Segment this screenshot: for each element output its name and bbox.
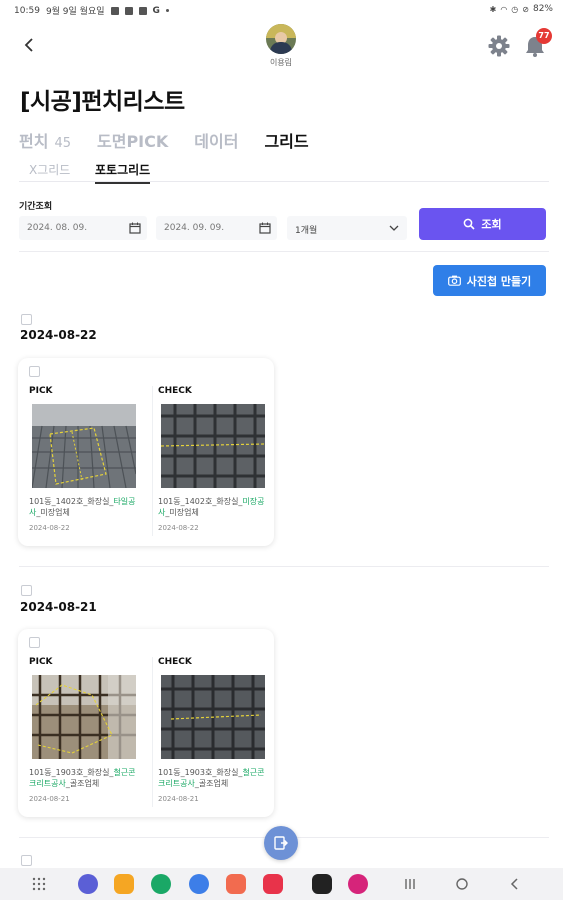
punch-count: 45 <box>54 136 71 151</box>
group-date: 2024-08-22 <box>20 328 97 342</box>
avatar[interactable] <box>266 24 296 54</box>
wifi-icon: ◠ <box>500 4 508 14</box>
message-notification-icon <box>124 6 133 15</box>
search-button[interactable]: 조회 <box>419 208 546 240</box>
status-bar: 10:59 9월 9일 월요일 G ✱ ◠ ◷ ⊘ 82% <box>0 0 563 20</box>
main-tabs: 펀치 45 도면PICK 데이터 그리드 <box>19 128 335 152</box>
check-photo[interactable] <box>161 675 265 759</box>
notification-badge: 77 <box>536 28 552 44</box>
end-date-field[interactable]: 2024. 09. 09. <box>156 216 277 240</box>
chevron-left-icon <box>24 38 33 52</box>
filter-divider <box>19 251 549 252</box>
news-app-icon[interactable] <box>312 874 332 894</box>
create-album-label: 사진첩 만들기 <box>466 274 532 288</box>
status-date: 9월 9일 월요일 <box>45 7 105 17</box>
pick-label: PICK <box>29 386 53 396</box>
pick-date: 2024-08-22 <box>29 524 70 532</box>
card-column-divider <box>152 657 153 807</box>
start-date-field[interactable]: 2024. 08. 09. <box>19 216 147 240</box>
document-notification-icon <box>138 6 147 15</box>
card-checkbox[interactable] <box>29 637 40 648</box>
end-date-value: 2024. 09. 09. <box>164 223 225 233</box>
pick-caption: 101동_1402호_화장실_타일공사_미장업체 <box>29 497 136 517</box>
check-caption: 101동_1402호_화장실_미장공사_미장업체 <box>158 497 265 517</box>
start-date-value: 2024. 08. 09. <box>27 223 88 233</box>
video-app-icon[interactable] <box>263 874 283 894</box>
user-name: 이용림 <box>269 58 293 67</box>
mute-icon: ⊘ <box>522 4 529 14</box>
app-drawer-icon[interactable] <box>30 875 48 893</box>
card-checkbox[interactable] <box>29 366 40 377</box>
system-navigation-bar <box>0 868 563 900</box>
recent-apps-icon[interactable] <box>401 875 419 893</box>
create-album-button[interactable]: 사진첩 만들기 <box>433 265 546 296</box>
card-column-divider <box>152 386 153 536</box>
pick-label: PICK <box>29 657 53 667</box>
google-notification-icon: G <box>152 5 160 16</box>
home-icon[interactable] <box>453 875 471 893</box>
calendar-icon[interactable] <box>259 222 271 234</box>
calendar-icon[interactable] <box>129 222 141 234</box>
range-value: 1개월 <box>295 226 318 236</box>
period-label: 기간조회 <box>19 202 53 212</box>
alarm-icon: ◷ <box>511 4 519 14</box>
back-button[interactable] <box>18 34 40 56</box>
battery-level: 82% <box>532 4 553 14</box>
internet-app-icon[interactable] <box>78 874 98 894</box>
tab-drawing-pick[interactable]: 도면PICK <box>97 128 168 152</box>
gallery-app-icon[interactable] <box>348 874 368 894</box>
messages-app-icon[interactable] <box>189 874 209 894</box>
check-date: 2024-08-21 <box>158 795 199 803</box>
search-icon <box>464 218 475 230</box>
tab-data[interactable]: 데이터 <box>194 128 238 152</box>
check-photo[interactable] <box>161 404 265 488</box>
export-icon <box>274 836 288 850</box>
photo-card: PICK CHECK <box>18 358 274 546</box>
search-button-label: 조회 <box>481 218 502 231</box>
photo-card: PICK CHECK <box>18 629 274 817</box>
gallery-notification-icon <box>110 6 119 15</box>
pick-caption: 101동_1903호_화장실_철근콘크리트공사_골조업체 <box>29 768 136 788</box>
system-back-icon[interactable] <box>506 875 524 893</box>
gear-icon <box>488 35 510 57</box>
more-notifications-icon <box>165 9 169 12</box>
pick-photo[interactable] <box>32 404 136 488</box>
tab-grid[interactable]: 그리드 <box>264 128 308 152</box>
settings-button[interactable] <box>487 34 511 58</box>
group-checkbox[interactable] <box>21 585 32 596</box>
camera-icon <box>447 275 461 286</box>
bluetooth-icon: ✱ <box>489 4 497 14</box>
status-time: 10:59 <box>14 5 40 16</box>
group-divider <box>19 566 549 567</box>
pick-photo[interactable] <box>32 675 136 759</box>
group-checkbox[interactable] <box>21 855 32 866</box>
files-app-icon[interactable] <box>114 874 134 894</box>
pick-date: 2024-08-21 <box>29 795 70 803</box>
check-label: CHECK <box>158 386 192 396</box>
tab-punch[interactable]: 펀치 45 <box>19 128 71 152</box>
subtab-x-grid[interactable]: X그리드 <box>29 161 70 178</box>
sub-tabs: X그리드 포토그리드 <box>19 158 549 184</box>
export-button[interactable] <box>264 826 298 860</box>
subtab-photo-grid[interactable]: 포토그리드 <box>95 161 151 184</box>
page-title: [시공]펀치리스트 <box>20 89 185 115</box>
check-date: 2024-08-22 <box>158 524 199 532</box>
group-date: 2024-08-21 <box>20 600 97 614</box>
range-select[interactable]: 1개월 <box>287 216 407 240</box>
chevron-down-icon <box>389 225 399 231</box>
check-caption: 101동_1903호_화장실_철근콘크리트공사_골조업체 <box>158 768 265 788</box>
contacts-app-icon[interactable] <box>226 874 246 894</box>
group-checkbox[interactable] <box>21 314 32 325</box>
check-label: CHECK <box>158 657 192 667</box>
phone-app-icon[interactable] <box>151 874 171 894</box>
